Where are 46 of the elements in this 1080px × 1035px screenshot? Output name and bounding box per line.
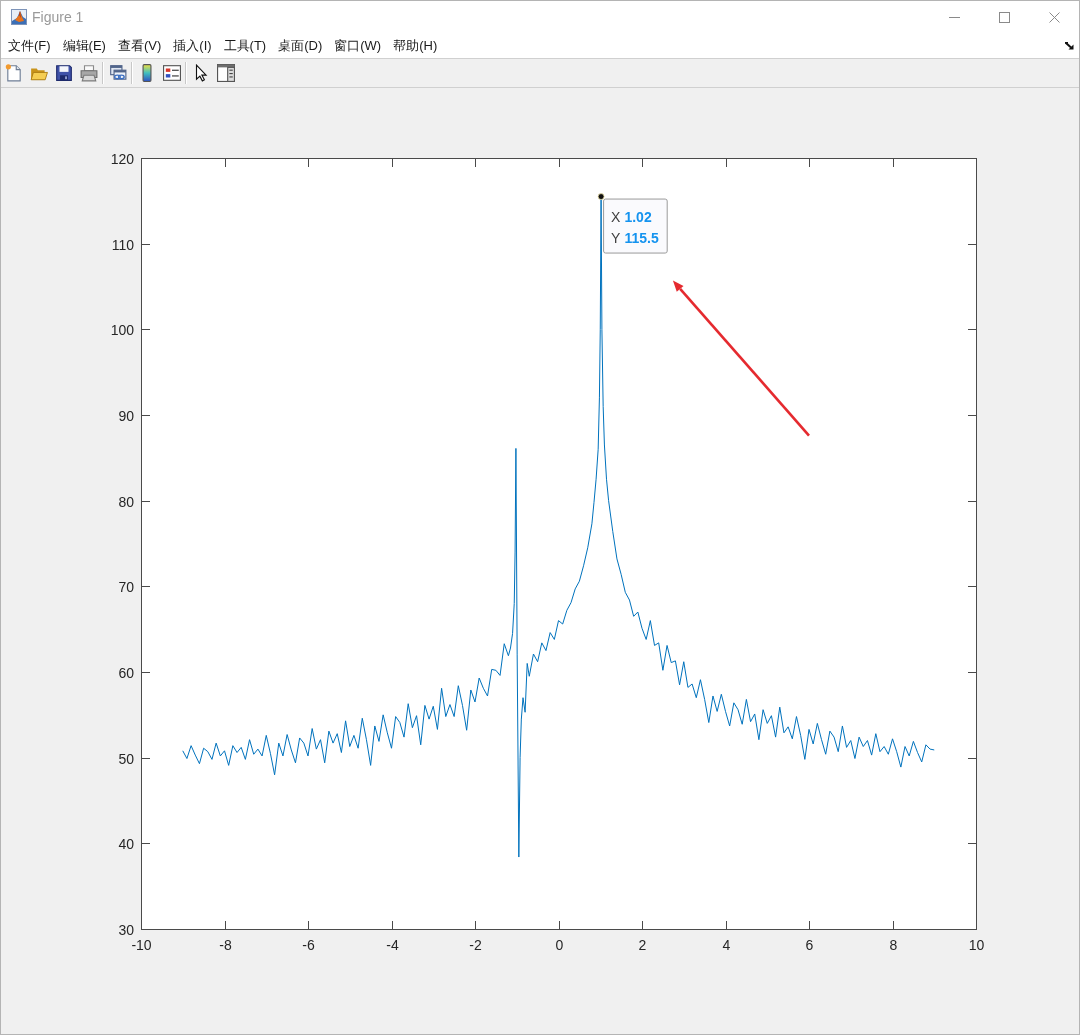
x-tick-label: 8 [889,937,898,953]
menu-item[interactable]: 窗口(W) [329,35,387,56]
menu-item[interactable]: 插入(I) [168,35,217,56]
x-tick-label: -6 [302,937,315,953]
y-tick-label: 40 [118,835,134,852]
x-tick-label: 10 [968,937,985,953]
x-tick-label: 6 [805,937,814,953]
y-tick-label: 110 [111,236,134,253]
blank-page-icon[interactable] [4,64,23,82]
menu-item[interactable]: 桌面(D) [273,35,328,56]
y-tick-label: 30 [118,921,134,938]
datatip [603,198,668,254]
y-tick-label: 60 [118,664,134,681]
x-tick-label: 0 [555,937,564,953]
diagonal-arrow-icon[interactable] [1065,41,1074,50]
datatip-value: 115.5 [624,229,659,246]
y-tick-label: 80 [118,493,134,510]
maximize-icon [998,11,1010,23]
menu-item[interactable]: 文件(F) [3,35,56,56]
y-tick-label: 100 [110,321,134,338]
x-tick-label: 4 [722,937,731,953]
datatip-value: 1.02 [624,208,652,225]
window-title: Figure 1 [32,8,84,26]
x-tick-label: -8 [219,937,232,953]
x-tick-label: -2 [469,937,482,953]
y-tick-label: 120 [110,150,134,167]
datatip-marker-icon [597,193,605,200]
printer-icon[interactable] [79,64,98,82]
legend-icon[interactable] [162,64,181,82]
x-tick-label: 2 [638,937,647,953]
menu-item[interactable]: 编辑(E) [57,35,111,56]
y-tick-label: 50 [118,750,134,767]
menu-item[interactable]: 查看(V) [112,35,167,56]
x-tick-label: -4 [386,937,399,953]
close-icon [1048,11,1060,23]
app-logo-icon [11,9,27,25]
minimize-icon [948,16,960,18]
y-tick-label: 70 [118,578,134,595]
x-tick-label: -10 [131,937,152,953]
datatip-label: X [611,208,621,225]
menu-item[interactable]: 工具(T) [218,35,272,56]
menu-item[interactable]: 帮助(H) [388,35,443,56]
property-panel-icon[interactable] [216,64,235,82]
datatip-label: Y [611,229,621,246]
y-tick-label: 90 [118,407,134,424]
linked-windows-icon[interactable] [108,64,127,82]
